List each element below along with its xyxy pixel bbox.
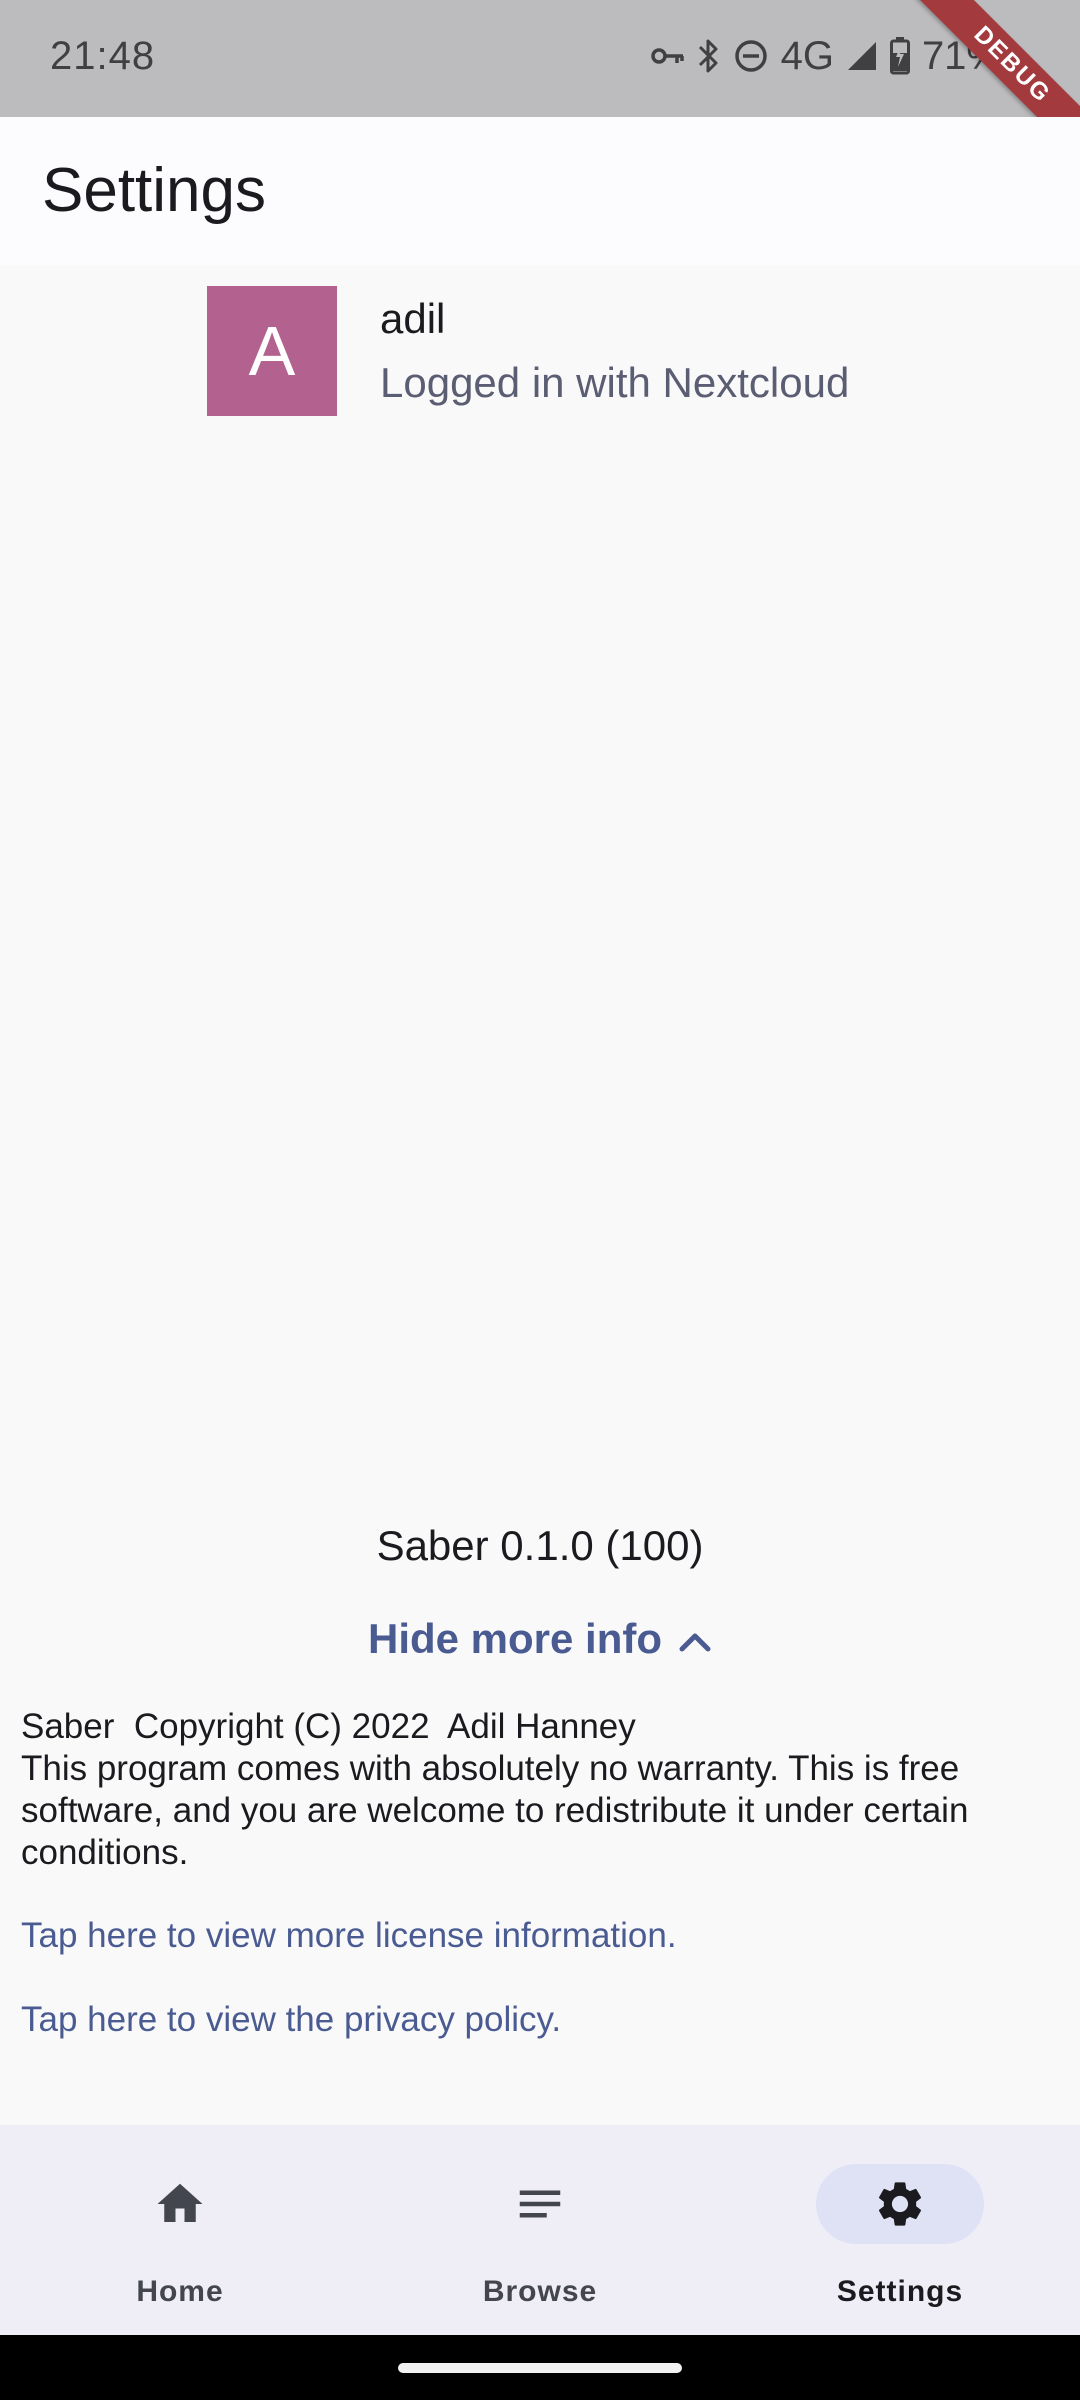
- nav-label-settings: Settings: [836, 2275, 964, 2308]
- page-title: Settings: [42, 156, 267, 225]
- gesture-handle[interactable]: [398, 2363, 682, 2373]
- nav-item-browse[interactable]: Browse: [360, 2125, 720, 2335]
- nav-label-browse: Browse: [482, 2275, 598, 2308]
- network-type: 4G: [780, 33, 834, 78]
- privacy-policy-link[interactable]: Tap here to view the privacy policy.: [21, 2000, 561, 2040]
- browse-icon: [519, 2190, 561, 2218]
- hide-more-info-label: Hide more info: [367, 1615, 663, 1662]
- avatar: A: [207, 286, 337, 416]
- account-text: adil Logged in with Nextcloud: [380, 295, 849, 407]
- nav-item-settings[interactable]: Settings: [720, 2125, 1080, 2335]
- account-username: adil: [380, 295, 446, 342]
- license-link[interactable]: Tap here to view more license informatio…: [21, 1916, 677, 1956]
- bluetooth-icon: [697, 38, 721, 74]
- app-version: Saber 0.1.0 (100): [376, 1522, 704, 1569]
- app-bar: Settings: [0, 117, 1080, 265]
- gesture-navigation-area: [0, 2335, 1080, 2400]
- screen: 21:48 4G 71% DEBUG Settings A adil Logge…: [0, 0, 1080, 2400]
- account-subtitle: Logged in with Nextcloud: [380, 359, 850, 406]
- do-not-disturb-icon: [733, 38, 769, 74]
- status-bar: 21:48 4G 71% DEBUG: [0, 0, 1080, 171]
- signal-icon: [846, 40, 878, 72]
- vpn-key-icon: [650, 45, 685, 67]
- status-icons: 4G 71%: [650, 30, 1002, 82]
- home-icon: [157, 2183, 203, 2222]
- nav-item-home[interactable]: Home: [0, 2125, 360, 2335]
- nav-label-home: Home: [136, 2275, 224, 2308]
- warranty-text: This program comes with absolutely no wa…: [21, 1749, 969, 1872]
- hide-more-info-button[interactable]: Hide more info: [0, 1615, 1080, 1663]
- battery-charging-icon: [889, 37, 910, 75]
- status-time: 21:48: [50, 34, 156, 78]
- account-tile[interactable]: A adil Logged in with Nextcloud: [207, 286, 849, 416]
- license-info: Saber Copyright (C) 2022 Adil Hanney Thi…: [21, 1706, 1061, 1874]
- gear-icon: [878, 2182, 922, 2226]
- chevron-up-icon: [678, 1615, 712, 1663]
- bottom-navigation: Home Browse Settings: [0, 2125, 1080, 2335]
- copyright-text: Saber Copyright (C) 2022 Adil Hanney: [21, 1707, 636, 1746]
